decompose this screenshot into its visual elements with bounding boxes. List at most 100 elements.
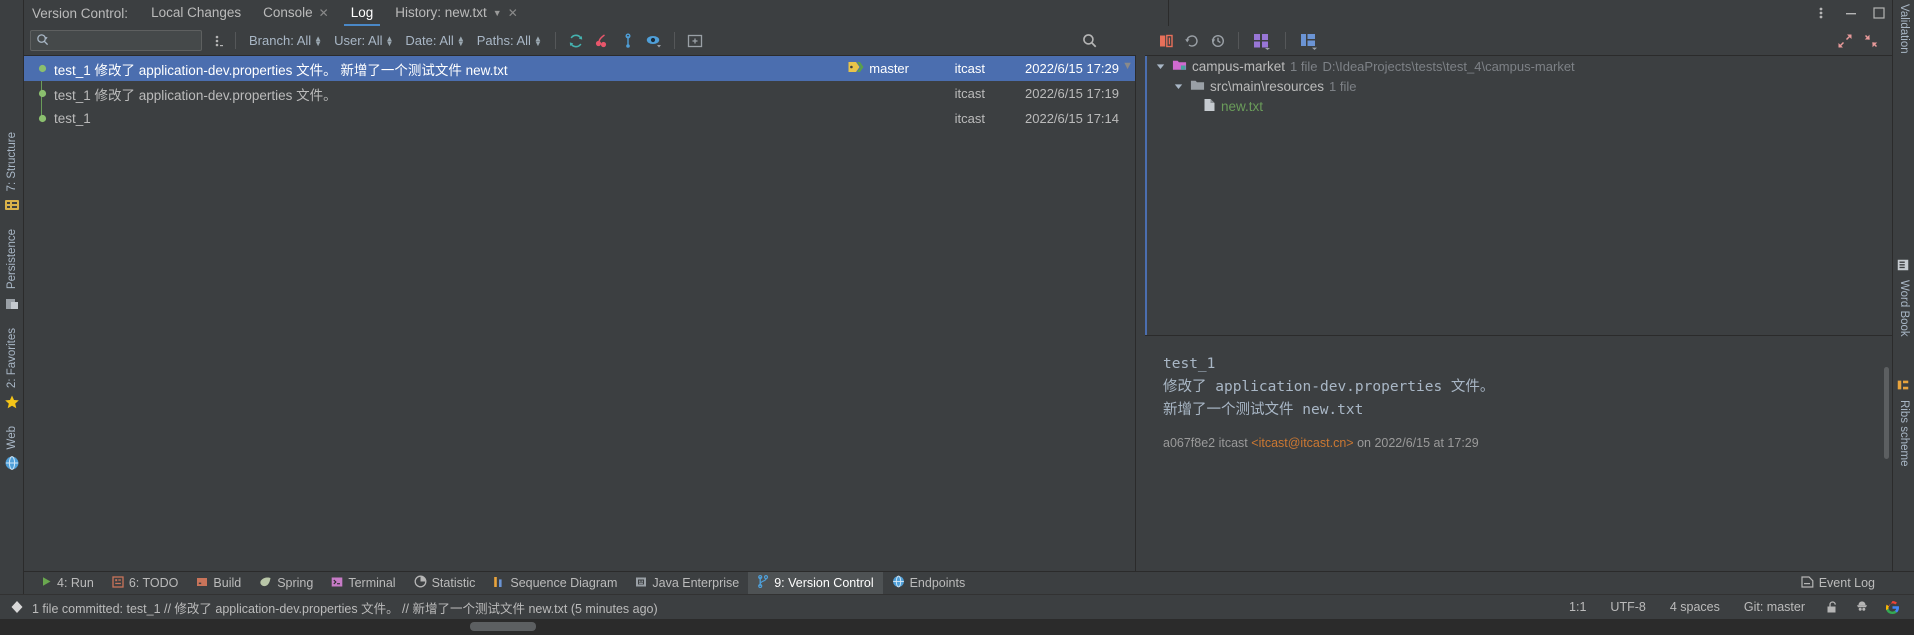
chevron-down-icon[interactable]: ▼: [493, 0, 502, 26]
close-icon[interactable]: ✕: [508, 0, 518, 26]
history-icon[interactable]: [1205, 29, 1231, 53]
lock-icon[interactable]: [1821, 600, 1843, 614]
tab-console[interactable]: Console ✕: [252, 0, 340, 26]
bottom-tab-sequence-diagram[interactable]: Sequence Diagram: [484, 572, 626, 595]
sidebar-item-word-book[interactable]: Word Book: [1893, 258, 1914, 339]
sidebar-item-web[interactable]: Web: [0, 424, 24, 471]
bottom-tab-java-enterprise[interactable]: Java Enterprise: [626, 572, 748, 595]
indent-selector[interactable]: 4 spaces: [1662, 600, 1728, 614]
toolbar-divider: [673, 32, 675, 49]
left-tool-rail: 7: Structure Persistence 2: Favorites We…: [0, 0, 24, 603]
tab-local-changes[interactable]: Local Changes: [140, 0, 252, 26]
chevron-updown-icon: ▲ ▼: [385, 33, 394, 48]
commit-meta-prefix: a067f8e2 itcast: [1163, 436, 1252, 450]
sidebar-item-label: Validation: [1898, 4, 1910, 54]
bottom-tab-label: Endpoints: [909, 576, 966, 590]
tree-node-folder[interactable]: src\main\resources 1 file: [1145, 76, 1892, 96]
tool-window-options-button[interactable]: [1806, 0, 1836, 26]
tab-log[interactable]: Log: [340, 0, 385, 26]
right-tool-rail: Validation Word Book Ribs scheme: [1892, 0, 1914, 603]
sidebar-item-persistence[interactable]: Persistence: [0, 227, 24, 311]
bottom-scrollbar-track[interactable]: [0, 619, 1914, 635]
left-rail-items: 7: Structure Persistence 2: Favorites We…: [0, 130, 24, 485]
search-field-wrapper[interactable]: [30, 30, 202, 51]
bottom-tab-terminal[interactable]: Terminal: [322, 572, 404, 595]
bottom-scrollbar-thumb[interactable]: [470, 622, 536, 631]
changed-files-tree[interactable]: campus-market 1 file D:\IdeaProjects\tes…: [1145, 56, 1892, 336]
sidebar-item-label: 7: Structure: [6, 132, 18, 192]
diff-icon[interactable]: [1153, 29, 1179, 53]
expand-all-icon[interactable]: [1832, 29, 1858, 53]
maximize-button[interactable]: [1866, 0, 1892, 26]
tree-node-count: 1 file: [1290, 58, 1318, 74]
tool-window-tabbar: Version Control: Local Changes Console ✕…: [24, 0, 1892, 26]
tab-history-new-txt[interactable]: History: new.txt ▼ ✕: [384, 0, 529, 26]
tree-node-label: src\main\resources: [1210, 78, 1325, 94]
event-log-label: Event Log: [1818, 576, 1875, 590]
tab-label: Local Changes: [151, 5, 242, 20]
tree-node-file[interactable]: new.txt: [1145, 96, 1892, 116]
minimize-button[interactable]: [1836, 0, 1866, 26]
branch-icon[interactable]: [615, 29, 641, 53]
filter-label: Paths: All: [476, 33, 531, 48]
git-branch-widget[interactable]: Git: master: [1736, 600, 1813, 614]
table-row[interactable]: test_1 修改了 application-dev.properties 文件…: [24, 81, 1135, 106]
sidebar-item-ribs-scheme[interactable]: Ribs scheme: [1893, 378, 1914, 468]
commit-node-icon: [34, 114, 50, 123]
refresh-icon[interactable]: [563, 29, 589, 53]
collapse-all-icon[interactable]: [1858, 29, 1884, 53]
sidebar-item-label: Word Book: [1898, 280, 1910, 337]
bottom-tab-run[interactable]: 4: Run: [32, 572, 103, 595]
preview-layout-icon[interactable]: [1293, 29, 1325, 53]
search-input[interactable]: [53, 33, 196, 48]
event-log-button[interactable]: Event Log: [1792, 572, 1884, 595]
hacker-icon[interactable]: [1851, 600, 1873, 614]
more-options-icon[interactable]: [210, 30, 228, 52]
close-icon[interactable]: ✕: [319, 0, 329, 26]
date-filter[interactable]: Date: All ▲ ▼: [399, 30, 470, 52]
sidebar-item-favorites[interactable]: 2: Favorites: [0, 326, 24, 410]
encoding-selector[interactable]: UTF-8: [1602, 600, 1653, 614]
caret-position[interactable]: 1:1: [1561, 600, 1594, 614]
details-scrollbar[interactable]: [1884, 367, 1889, 459]
status-message[interactable]: 1 file committed: test_1 // 修改了 applicat…: [32, 598, 658, 617]
sidebar-item-validation[interactable]: Validation: [1893, 2, 1914, 56]
expand-box-icon[interactable]: [682, 29, 708, 53]
tree-node-root[interactable]: campus-market 1 file D:\IdeaProjects\tes…: [1145, 56, 1892, 76]
commit-log-table[interactable]: test_1 修改了 application-dev.properties 文件…: [24, 56, 1136, 571]
project-folder-icon: [1172, 58, 1187, 75]
bottom-tab-version-control[interactable]: 9: Version Control: [748, 571, 883, 595]
user-filter[interactable]: User: All ▲ ▼: [328, 30, 399, 52]
cherry-pick-icon[interactable]: [589, 29, 615, 53]
commit-author-email[interactable]: <itcast@itcast.cn>: [1251, 436, 1353, 450]
commit-message-text: test_1 修改了 application-dev.properties 文件…: [1163, 356, 1495, 418]
sidebar-item-structure[interactable]: 7: Structure: [0, 130, 24, 213]
show-details-eye-icon[interactable]: [641, 29, 667, 53]
file-icon: [1203, 98, 1216, 115]
filter-label: Branch: All: [249, 33, 312, 48]
revert-icon[interactable]: [1179, 29, 1205, 53]
commit-node-icon: [34, 64, 50, 73]
bottom-tab-build[interactable]: Build: [187, 572, 250, 595]
bottom-tab-endpoints[interactable]: Endpoints: [883, 572, 975, 595]
search-everywhere-icon[interactable]: [1076, 29, 1102, 53]
toolbar-divider: [1238, 32, 1239, 49]
table-row[interactable]: test_1 修改了 application-dev.properties 文件…: [24, 56, 1135, 81]
branch-filter[interactable]: Branch: All ▲ ▼: [243, 30, 328, 52]
table-row[interactable]: test_1 itcast 2022/6/15 17:14: [24, 106, 1135, 131]
bottom-tab-label: Build: [213, 576, 242, 590]
changes-toolbar: [1145, 26, 1892, 56]
paths-filter[interactable]: Paths: All ▲ ▼: [471, 30, 548, 52]
folder-icon: [1190, 78, 1205, 95]
bottom-tab-todo[interactable]: 6: TODO: [103, 572, 188, 595]
status-notification-icon[interactable]: [10, 600, 24, 614]
bottom-tab-label: Terminal: [348, 576, 396, 590]
google-icon[interactable]: [1881, 600, 1904, 615]
chevron-down-icon[interactable]: [1171, 82, 1185, 91]
bottom-tab-spring[interactable]: Spring: [250, 572, 322, 595]
commit-date: 2022/6/15 17:29: [1025, 61, 1119, 76]
scroll-down-arrow-icon[interactable]: ▼: [1122, 60, 1133, 72]
group-by-icon[interactable]: [1246, 29, 1278, 53]
chevron-down-icon[interactable]: [1153, 62, 1167, 71]
bottom-tab-statistic[interactable]: Statistic: [405, 572, 485, 595]
